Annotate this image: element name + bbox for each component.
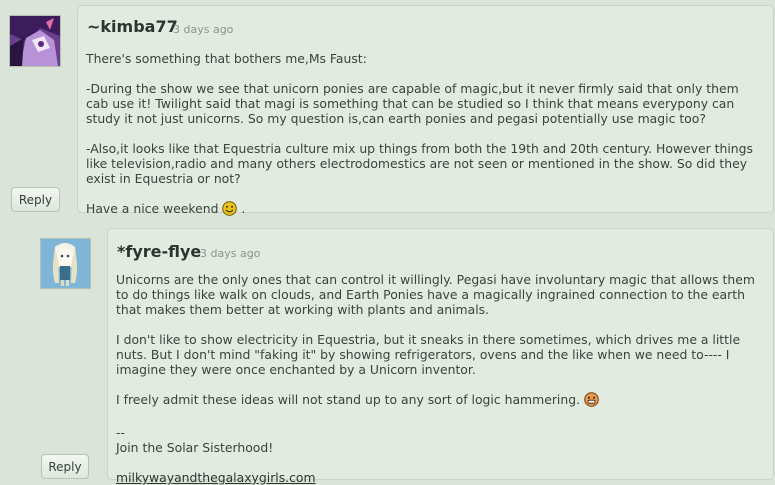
comment-timestamp[interactable]: 3 days ago (200, 247, 260, 260)
comment-line: I don't like to show electricity in Eque… (116, 332, 741, 347)
grin-icon (584, 392, 599, 410)
comment-line: nuts. But I don't mind "faking it" by sh… (116, 347, 730, 362)
comment-card: *fyre-flye 3 days ago Unicorns are the o… (107, 228, 774, 485)
comment-line: Unicorns are the only ones that can cont… (116, 272, 755, 287)
closing-text: I freely admit these ideas will not stan… (116, 392, 581, 407)
comment-line: exist in Equestria or not? (86, 171, 241, 186)
comment-line: -Also,it looks like that Equestria cultu… (86, 141, 753, 156)
comment-line: -During the show we see that unicorn pon… (86, 81, 739, 96)
comment-line: to do things like walk on clouds, and Ea… (116, 287, 745, 302)
comment-line (86, 66, 753, 81)
comment-closing: Have a nice weekend . (86, 201, 753, 219)
avatar[interactable] (40, 238, 91, 289)
comment-author[interactable]: ~kimba77 (87, 17, 178, 36)
comment-line (116, 377, 755, 392)
avatar[interactable] (9, 15, 61, 67)
comment-body: There's something that bothers me,Ms Fau… (86, 51, 753, 219)
comment-card: ~kimba77 3 days ago There's something th… (77, 5, 774, 216)
comment-author[interactable]: *fyre-flye (117, 242, 201, 261)
comment-line: cab use it! Twilight said that magi is s… (86, 96, 735, 111)
comment-body: Unicorns are the only ones that can cont… (116, 272, 755, 485)
smiley-icon (222, 201, 238, 219)
comment-closing: I freely admit these ideas will not stan… (116, 392, 755, 410)
comment-line: study it not just unicorns. So my questi… (86, 111, 706, 126)
reply-button[interactable]: Reply (11, 187, 60, 212)
closing-text: Have a nice weekend (86, 201, 219, 216)
comment-line (116, 317, 755, 332)
closing-suffix: . (237, 201, 246, 216)
pony-avatar-icon (10, 16, 60, 66)
comment-timestamp[interactable]: 3 days ago (173, 23, 233, 36)
comment-line (86, 126, 753, 141)
comment-line: that makes them better at working with p… (116, 302, 490, 317)
pony-avatar-icon (41, 239, 90, 288)
comment-line (86, 186, 753, 201)
comment-line: imagine they were once enchanted by a Un… (116, 362, 476, 377)
signature-text: Join the Solar Sisterhood! (116, 440, 274, 455)
signature-dash: -- (116, 425, 125, 440)
comment-line: There's something that bothers me,Ms Fau… (86, 51, 367, 66)
comment-line: like television,radio and many others el… (86, 156, 748, 171)
signature-link[interactable]: milkywayandthegalaxygirls.com (116, 470, 316, 485)
signature-link-row: milkywayandthegalaxygirls.com (116, 470, 755, 485)
reply-button[interactable]: Reply (41, 454, 89, 479)
